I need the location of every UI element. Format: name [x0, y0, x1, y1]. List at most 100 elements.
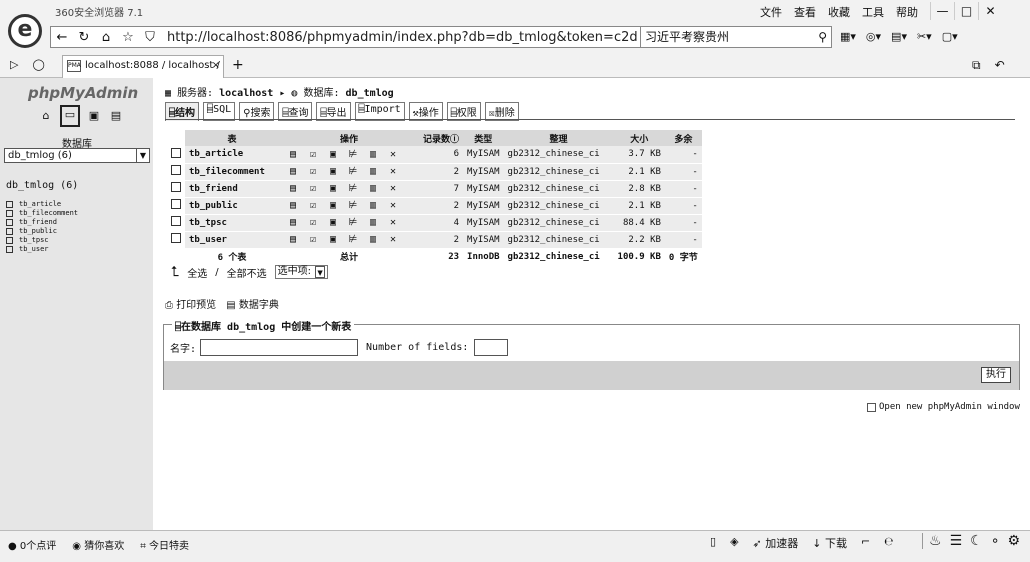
empty-icon[interactable]: ▥ [363, 234, 383, 245]
structure-icon[interactable]: ☑ [303, 166, 323, 177]
new-window-label[interactable]: Open new phpMyAdmin window [879, 402, 1020, 412]
search-icon[interactable]: ⚲ [818, 27, 827, 47]
tab-list-icon[interactable]: ⧉ [972, 58, 981, 73]
browse-icon[interactable]: ▤ [283, 200, 303, 211]
table-name-link[interactable]: tb_article [185, 146, 279, 164]
screenshot-icon[interactable]: ✂▾ [917, 30, 932, 43]
sidebar-toggle-icon[interactable]: ▷ [10, 58, 18, 71]
status-deals[interactable]: ⌗ 今日特卖 [140, 537, 189, 552]
table-name-link[interactable]: tb_public [185, 197, 279, 215]
col-table[interactable]: 表 [185, 130, 279, 146]
menu-file[interactable]: 文件 [760, 4, 782, 20]
insert-icon[interactable]: ⊭ [343, 166, 363, 177]
drop-icon[interactable]: ✕ [383, 149, 403, 160]
with-selected-select[interactable]: 选中项: ▼ [274, 265, 329, 279]
insert-icon[interactable]: ⊭ [343, 183, 363, 194]
table-name-input[interactable] [200, 339, 359, 356]
structure-icon[interactable]: ☑ [303, 183, 323, 194]
url-input[interactable]: http://localhost:8086/phpmyadmin/index.p… [167, 30, 637, 45]
sidebar-table-item[interactable]: tb_user [6, 245, 78, 254]
star-icon[interactable]: ☆ [117, 30, 139, 45]
uncheck-all-link[interactable]: 全部不选 [227, 265, 267, 280]
ie-icon[interactable]: ℮ [884, 535, 893, 551]
pc-icon[interactable]: ⌐ [861, 535, 870, 551]
browse-icon[interactable]: ▤ [283, 166, 303, 177]
table-name-link[interactable]: tb_tpsc [185, 214, 279, 232]
drop-icon[interactable]: ✕ [383, 234, 403, 245]
empty-icon[interactable]: ▥ [363, 217, 383, 228]
tray-settings-icon[interactable]: ⚙ [1007, 533, 1020, 549]
apps-icon[interactable]: ▦▾ [840, 30, 856, 43]
row-size[interactable]: 2.1 KB [613, 163, 665, 181]
maximize-button[interactable]: □ [954, 2, 978, 20]
home-icon[interactable]: ⌂ [38, 108, 54, 124]
table-name-link[interactable]: tb_user [185, 231, 279, 249]
drop-icon[interactable]: ✕ [383, 166, 403, 177]
window-icon[interactable]: ▢▾ [942, 30, 958, 43]
insert-icon[interactable]: ⊭ [343, 149, 363, 160]
row-size[interactable]: 2.1 KB [613, 197, 665, 215]
back-icon[interactable]: ← [51, 30, 73, 45]
docs-icon[interactable]: ▣ [86, 108, 102, 124]
menu-favorites[interactable]: 收藏 [828, 4, 850, 20]
server-link[interactable]: localhost [219, 88, 273, 99]
search-icon[interactable]: ▣ [323, 183, 343, 194]
num-fields-input[interactable] [474, 339, 509, 356]
browse-icon[interactable]: ▤ [283, 234, 303, 245]
table-name-link[interactable]: tb_friend [185, 180, 279, 198]
search-icon[interactable]: ▣ [323, 234, 343, 245]
translate-icon[interactable]: ▤▾ [891, 30, 907, 43]
search-input[interactable]: 习近平考察贵州 ⚲ [640, 26, 832, 48]
help-icon[interactable]: ▤ [108, 108, 124, 124]
sidebar-table-item[interactable]: tb_public [6, 227, 78, 236]
new-window-option[interactable]: Open new phpMyAdmin window [867, 402, 1020, 412]
refresh-icon[interactable]: ↻ [73, 30, 95, 45]
tray-moon-icon[interactable]: ☾ [970, 533, 983, 549]
status-likes[interactable]: ◉ 猜你喜欢 [72, 537, 124, 552]
sidebar-table-item[interactable]: tb_tpsc [6, 236, 78, 245]
row-size[interactable]: 3.7 KB [613, 146, 665, 164]
pma-logo[interactable]: phpMyAdmin [28, 84, 138, 102]
menu-view[interactable]: 查看 [794, 4, 816, 20]
new-window-checkbox[interactable] [867, 402, 876, 412]
sidebar-table-item[interactable]: tb_friend [6, 218, 78, 227]
row-size[interactable]: 2.8 KB [613, 180, 665, 198]
insert-icon[interactable]: ⊭ [343, 234, 363, 245]
row-checkbox[interactable] [171, 147, 181, 158]
row-checkbox[interactable] [171, 233, 181, 243]
tab-close-icon[interactable]: × [212, 56, 220, 76]
empty-icon[interactable]: ▥ [363, 166, 383, 177]
search-icon[interactable]: ▣ [323, 166, 343, 177]
accelerator-button[interactable]: ➶ 加速器 [753, 535, 799, 551]
search-icon[interactable]: ▣ [323, 200, 343, 211]
row-checkbox[interactable] [171, 199, 181, 209]
menu-tools[interactable]: 工具 [862, 4, 884, 20]
drop-icon[interactable]: ✕ [383, 217, 403, 228]
insert-icon[interactable]: ⊭ [343, 217, 363, 228]
db-heading[interactable]: db_tmlog (6) [6, 180, 78, 191]
table-name-link[interactable]: tb_filecomment [185, 163, 279, 181]
db-link[interactable]: db_tmlog [346, 88, 394, 99]
structure-icon[interactable]: ☑ [303, 200, 323, 211]
browse-icon[interactable]: ▤ [283, 149, 303, 160]
row-checkbox[interactable] [171, 182, 181, 192]
camera-icon[interactable]: ◈ [730, 535, 738, 551]
data-dict-link[interactable]: ▤ 数据字典 [226, 296, 279, 311]
new-tab-button[interactable]: + [232, 57, 244, 73]
structure-icon[interactable]: ☑ [303, 234, 323, 245]
extension-icon[interactable]: ◎▾ [866, 30, 881, 43]
status-comments[interactable]: ● 0个点评 [8, 537, 56, 552]
minimize-button[interactable]: — [930, 2, 954, 20]
row-size[interactable]: 88.4 KB [613, 214, 665, 232]
structure-icon[interactable]: ☑ [303, 217, 323, 228]
empty-icon[interactable]: ▥ [363, 183, 383, 194]
db-select[interactable]: db_tmlog (6) ▼ [4, 148, 150, 163]
info-icon[interactable]: ⓘ [450, 135, 459, 145]
phone-icon[interactable]: ▯ [710, 535, 716, 551]
empty-icon[interactable]: ▥ [363, 200, 383, 211]
search-icon[interactable]: ▣ [323, 217, 343, 228]
sidebar-table-item[interactable]: tb_article [6, 200, 78, 209]
close-button[interactable]: ✕ [978, 2, 1002, 20]
download-button[interactable]: ↓ 下载 [812, 535, 847, 551]
menu-help[interactable]: 帮助 [896, 4, 918, 20]
